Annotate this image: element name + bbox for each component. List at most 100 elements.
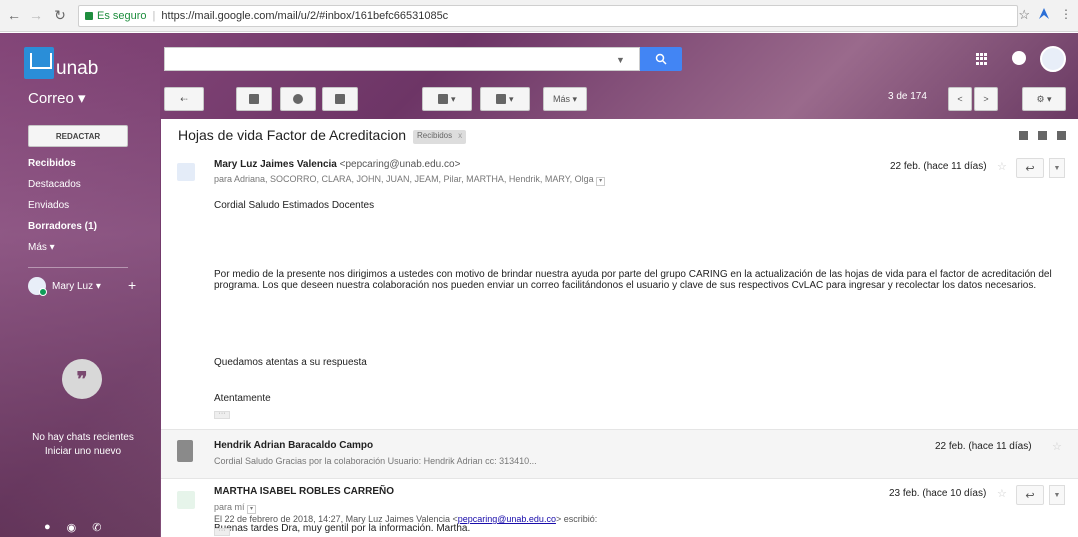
back-arrow-icon[interactable]: ← xyxy=(4,7,24,23)
remove-label-icon[interactable]: x xyxy=(458,131,462,140)
sender-name: Hendrik Adrian Baracaldo Campo xyxy=(214,440,374,451)
sidebar-item-more[interactable]: Más ▾ xyxy=(28,242,55,253)
unab-logo[interactable]: unab xyxy=(24,43,139,79)
sidebar-item-sent[interactable]: Enviados xyxy=(28,200,69,211)
reply-button[interactable]: ↩ xyxy=(1016,158,1044,178)
show-details-icon[interactable]: ▾ xyxy=(596,177,606,186)
sender-avatar xyxy=(177,440,193,462)
sender-name[interactable]: MARTHA ISABEL ROBLES CARREÑO xyxy=(214,486,394,497)
message-more-button[interactable]: ▼ xyxy=(1049,158,1065,178)
reload-icon[interactable]: ↻ xyxy=(50,7,70,24)
recipients-line[interactable]: para mí ▾ xyxy=(214,502,257,514)
no-chats-message: No hay chats recientes Iniciar uno nuevo xyxy=(8,431,158,459)
new-chat-plus-icon[interactable]: + xyxy=(128,277,136,293)
show-trimmed-button[interactable]: ··· xyxy=(214,410,230,419)
quoted-email-link[interactable]: pepcaring@unab.edu.co xyxy=(458,514,556,524)
hangouts-user-name: Mary Luz ▾ xyxy=(52,280,101,292)
labels-button[interactable]: ▾ xyxy=(480,87,530,111)
message-snippet: Cordial Saludo Gracias por la colaboraci… xyxy=(214,456,537,466)
compose-button[interactable]: REDACTAR xyxy=(28,125,128,147)
more-button[interactable]: Más ▾ xyxy=(543,87,587,111)
sidebar-item-starred[interactable]: Destacados xyxy=(28,179,81,190)
app-switcher[interactable]: Correo ▾ xyxy=(28,89,86,107)
gear-icon: ⚙ xyxy=(1036,93,1045,104)
thread-actions xyxy=(1019,131,1066,140)
hangouts-bottom-bar: ● ◉ ✆ xyxy=(44,521,101,534)
logo-text: unab xyxy=(56,58,99,79)
no-chats-text: No hay chats recientes xyxy=(32,432,134,443)
back-arrow-icon: ⇠ xyxy=(180,93,188,104)
print-icon[interactable] xyxy=(1038,131,1047,140)
sidebar-item-drafts[interactable]: Borradores (1) xyxy=(28,221,97,232)
building-icon xyxy=(24,47,54,79)
star-icon[interactable]: ☆ xyxy=(1052,440,1062,453)
sender-email: <pepcaring@unab.edu.co> xyxy=(339,159,461,170)
star-icon[interactable]: ☆ xyxy=(997,160,1007,173)
bookmark-star-icon[interactable]: ☆ xyxy=(1018,7,1030,23)
hangouts-user[interactable]: Mary Luz ▾ xyxy=(28,277,101,296)
reply-button[interactable]: ↩ xyxy=(1016,485,1044,505)
sender-avatar xyxy=(177,163,195,181)
label-icon xyxy=(496,94,507,104)
message-signoff: Atentamente xyxy=(214,393,271,404)
delete-button[interactable] xyxy=(322,87,358,111)
recipients-text: para mí xyxy=(214,502,245,512)
print-all-icon[interactable] xyxy=(1019,131,1028,140)
archive-button[interactable] xyxy=(236,87,272,111)
label-chip-text: Recibidos xyxy=(417,131,453,140)
sender-name: Mary Luz Jaimes Valencia xyxy=(214,159,337,170)
address-bar[interactable]: Es seguro | https://mail.google.com/mail… xyxy=(78,5,1018,27)
quote-prefix: El 22 de febrero de 2018, 14:27, Mary Lu… xyxy=(214,514,458,524)
recipients-line[interactable]: para Adriana, SOCORRO, CLARA, JOHN, JUAN… xyxy=(214,174,606,186)
chevron-down-icon: ▼ xyxy=(1053,491,1061,499)
reply-icon: ↩ xyxy=(1025,162,1035,175)
new-window-icon[interactable] xyxy=(1057,131,1066,140)
star-icon[interactable]: ☆ xyxy=(997,487,1007,500)
back-to-inbox-button[interactable]: ⇠ xyxy=(164,87,204,111)
sender-line[interactable]: Mary Luz Jaimes Valencia <pepcaring@unab… xyxy=(214,159,460,170)
phone-icon[interactable]: ✆ xyxy=(92,521,101,534)
folder-icon xyxy=(438,94,449,104)
older-button[interactable]: > xyxy=(974,87,998,111)
extension-icon[interactable] xyxy=(1036,6,1052,22)
secure-label: Es seguro xyxy=(97,10,147,22)
newer-button[interactable]: < xyxy=(948,87,972,111)
archive-icon xyxy=(249,94,259,104)
pagination-count: 3 de 174 xyxy=(888,91,927,102)
forward-arrow-icon[interactable]: → xyxy=(26,7,46,23)
chevron-down-icon: ▼ xyxy=(1053,164,1061,172)
sidebar-divider xyxy=(28,267,128,268)
recipients-text: para Adriana, SOCORRO, CLARA, JOHN, JUAN… xyxy=(214,174,594,184)
show-details-icon[interactable]: ▾ xyxy=(247,505,257,514)
account-avatar[interactable] xyxy=(1040,46,1066,72)
message-collapsed[interactable]: Hendrik Adrian Baracaldo Campo Cordial S… xyxy=(161,430,1078,478)
sidebar-item-inbox[interactable]: Recibidos xyxy=(28,158,76,169)
search-button[interactable] xyxy=(640,47,682,71)
address-separator: | xyxy=(152,10,156,22)
report-spam-button[interactable] xyxy=(280,87,316,111)
notifications-icon[interactable] xyxy=(1012,51,1026,65)
message-more-button[interactable]: ▼ xyxy=(1049,485,1065,505)
show-trimmed-button[interactable]: ··· xyxy=(214,527,230,536)
search-options-icon[interactable]: ▼ xyxy=(616,55,625,65)
chevron-right-icon: > xyxy=(983,94,989,104)
start-new-chat-link[interactable]: Iniciar uno nuevo xyxy=(8,445,158,459)
message-closing: Quedamos atentas a su respuesta xyxy=(214,357,367,368)
message-date: 22 feb. (hace 11 días) xyxy=(935,441,1032,452)
chevron-left-icon: < xyxy=(957,94,963,104)
apps-grid-icon[interactable] xyxy=(976,53,988,65)
browser-menu-icon[interactable]: ⋮ xyxy=(1060,7,1072,21)
search-input[interactable] xyxy=(164,47,640,71)
search-icon xyxy=(655,53,667,65)
quote-suffix: > escribió: xyxy=(555,514,598,524)
reply-icon: ↩ xyxy=(1025,489,1035,502)
thread-subject: Hojas de vida Factor de Acreditacion xyxy=(178,127,407,143)
inbox-label-chip: Recibidos x xyxy=(413,130,467,144)
move-to-button[interactable]: ▾ xyxy=(422,87,472,111)
person-icon[interactable]: ● xyxy=(44,521,51,534)
hangouts-icon[interactable]: ◉ xyxy=(67,521,77,534)
settings-button[interactable]: ⚙ ▾ xyxy=(1022,87,1066,111)
conversation-pane: Hojas de vida Factor de Acreditacion Rec… xyxy=(161,119,1078,537)
message-divider xyxy=(161,478,1078,479)
avatar xyxy=(28,277,47,296)
